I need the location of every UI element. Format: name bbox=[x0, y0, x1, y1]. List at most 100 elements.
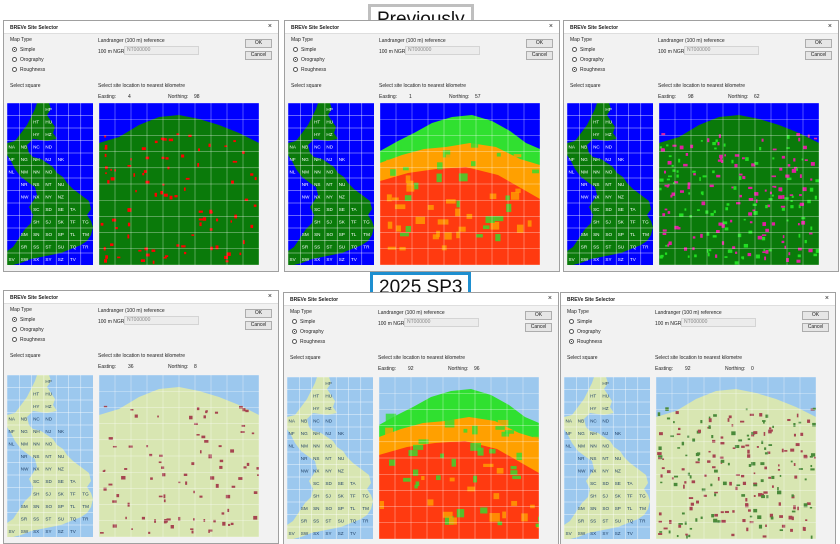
cancel-button[interactable]: Cancel bbox=[526, 51, 553, 60]
cancel-button[interactable]: Cancel bbox=[525, 323, 552, 332]
radio-indicator[interactable] bbox=[293, 47, 298, 52]
easting-value: 92 bbox=[685, 366, 691, 372]
grid-square-label: NY bbox=[45, 467, 51, 472]
cancel-button[interactable]: Cancel bbox=[245, 51, 272, 60]
radio-indicator[interactable] bbox=[12, 337, 17, 342]
grid-square-label: HT bbox=[590, 394, 596, 399]
radio-indicator[interactable] bbox=[292, 329, 297, 334]
ok-button[interactable]: OK bbox=[802, 311, 829, 320]
select-site-label: Select site location to nearest kilometr… bbox=[98, 353, 185, 359]
square-selection-map[interactable]: HP HT HU HY HZ NA NB NC ND NF NG NH NJ NK NL NM NN NO NR NS… bbox=[288, 103, 374, 265]
square-selection-map[interactable]: HP HT HU HY HZ NA NB NC ND NF NG NH NJ NK NL NM NN NO NR NS… bbox=[567, 103, 653, 265]
radio-indicator[interactable] bbox=[572, 57, 577, 62]
grid-square-label: TM bbox=[82, 232, 89, 237]
grid-square-label: NO bbox=[45, 442, 52, 447]
kilometre-site-map[interactable] bbox=[656, 377, 816, 539]
ok-button[interactable]: OK bbox=[245, 309, 272, 318]
grid-square-label: SM bbox=[581, 232, 588, 237]
grid-square-label: SE bbox=[618, 207, 624, 212]
ok-button[interactable]: OK bbox=[526, 39, 553, 48]
grid-square-label: SZ bbox=[58, 257, 64, 262]
grid-square-label: NM bbox=[578, 444, 585, 449]
map-type-label: Map Type bbox=[291, 37, 313, 43]
ok-button[interactable]: OK bbox=[525, 311, 552, 320]
close-icon[interactable]: × bbox=[828, 23, 832, 31]
radio-indicator[interactable] bbox=[569, 339, 574, 344]
easting-label: Easting: bbox=[378, 366, 397, 372]
radio-indicator[interactable] bbox=[12, 47, 17, 52]
radio-label: Roughness bbox=[577, 339, 603, 345]
square-selection-map[interactable]: HP HT HU HY HZ NA NB NC ND NF NG NH NJ NK NL NM NN NO NR NS… bbox=[7, 375, 93, 537]
grid-square-label: SZ bbox=[618, 257, 624, 262]
grid-square-label: TQ bbox=[70, 517, 77, 522]
radio-indicator[interactable] bbox=[292, 319, 297, 324]
ngr-field[interactable]: NT000000 bbox=[405, 46, 480, 55]
close-icon[interactable]: × bbox=[548, 295, 552, 303]
cancel-button[interactable]: Cancel bbox=[805, 51, 832, 60]
radio-indicator[interactable] bbox=[12, 67, 17, 72]
grid-square-label: SK bbox=[615, 494, 622, 499]
easting-label: Easting: bbox=[658, 94, 677, 100]
radio-indicator[interactable] bbox=[292, 339, 297, 344]
ok-button[interactable]: OK bbox=[245, 39, 272, 48]
kilometre-site-map[interactable] bbox=[659, 103, 819, 265]
grid-square-label: SH bbox=[33, 220, 39, 225]
grid-square-label: NO bbox=[45, 170, 52, 175]
title-bar: BREVe Site Selector × bbox=[564, 21, 838, 34]
cancel-button[interactable]: Cancel bbox=[245, 321, 272, 330]
radio-indicator[interactable] bbox=[293, 67, 298, 72]
radio-indicator[interactable] bbox=[293, 57, 298, 62]
radio-indicator[interactable] bbox=[572, 47, 577, 52]
close-icon[interactable]: × bbox=[549, 23, 553, 31]
kilometre-site-map[interactable] bbox=[379, 377, 539, 539]
radio-indicator[interactable] bbox=[12, 327, 17, 332]
radio-indicator[interactable] bbox=[569, 319, 574, 324]
grid-square-label: NC bbox=[33, 417, 40, 422]
grid-square-label: NF bbox=[9, 157, 15, 162]
square-selection-map[interactable]: HP HT HU HY HZ NA NB NC ND NF NG NH NJ NK NL NM NN NO NR NS… bbox=[287, 377, 373, 539]
grid-square-label: NN bbox=[314, 170, 321, 175]
ngr-field[interactable]: NT000000 bbox=[681, 318, 756, 327]
ngr-field[interactable]: NT000000 bbox=[404, 318, 479, 327]
easting-label: Easting: bbox=[655, 366, 674, 372]
radio-label: Roughness bbox=[301, 67, 327, 73]
radio-indicator[interactable] bbox=[12, 57, 17, 62]
radio-label: Roughness bbox=[20, 337, 46, 343]
grid-square-label: SV bbox=[569, 257, 576, 262]
grid-square-label: SH bbox=[593, 220, 599, 225]
radio-indicator[interactable] bbox=[569, 329, 574, 334]
map-type-label: Map Type bbox=[570, 37, 592, 43]
grid-square-label: SM bbox=[21, 504, 28, 509]
square-selection-map[interactable]: HP HT HU HY HZ NA NB NC ND NF NG NH NJ NK NL NM NN NO NR NS… bbox=[7, 103, 93, 265]
radio-indicator[interactable] bbox=[12, 317, 17, 322]
close-icon[interactable]: × bbox=[268, 293, 272, 301]
grid-square-label: NX bbox=[593, 195, 599, 200]
radio-label: Simple bbox=[577, 319, 593, 325]
kilometre-site-map[interactable] bbox=[99, 103, 259, 265]
grid-square-label: NW bbox=[302, 195, 310, 200]
grid-square-label: NN bbox=[593, 170, 600, 175]
ok-button[interactable]: OK bbox=[805, 39, 832, 48]
grid-square-label: TF bbox=[70, 220, 76, 225]
ngr-field[interactable]: NT000000 bbox=[124, 316, 199, 325]
close-icon[interactable]: × bbox=[268, 23, 272, 31]
radio-indicator[interactable] bbox=[572, 67, 577, 72]
close-icon[interactable]: × bbox=[825, 295, 829, 303]
grid-square-label: TR bbox=[362, 519, 369, 524]
grid-square-label: NN bbox=[33, 442, 40, 447]
square-selection-map[interactable]: HP HT HU HY HZ NA NB NC ND NF NG NH NJ NK NL NM NN NO NR NS… bbox=[564, 377, 650, 539]
grid-square-label: ST bbox=[326, 245, 332, 250]
grid-square-label: NG bbox=[578, 431, 585, 436]
grid-square-label: TF bbox=[351, 220, 357, 225]
kilometre-site-map[interactable] bbox=[99, 375, 259, 537]
grid-square-label: NH bbox=[590, 431, 597, 436]
select-site-label: Select site location to nearest kilometr… bbox=[658, 83, 745, 89]
cancel-button[interactable]: Cancel bbox=[802, 323, 829, 332]
ngr-field[interactable]: NT000000 bbox=[684, 46, 759, 55]
ngr-field[interactable]: NT000000 bbox=[124, 46, 199, 55]
grid-square-label: SH bbox=[313, 494, 319, 499]
grid-square-label: NC bbox=[314, 145, 321, 150]
grid-square-label: NK bbox=[338, 431, 345, 436]
landranger-label: Landranger (100 m) reference bbox=[658, 38, 725, 44]
kilometre-site-map[interactable] bbox=[380, 103, 540, 265]
